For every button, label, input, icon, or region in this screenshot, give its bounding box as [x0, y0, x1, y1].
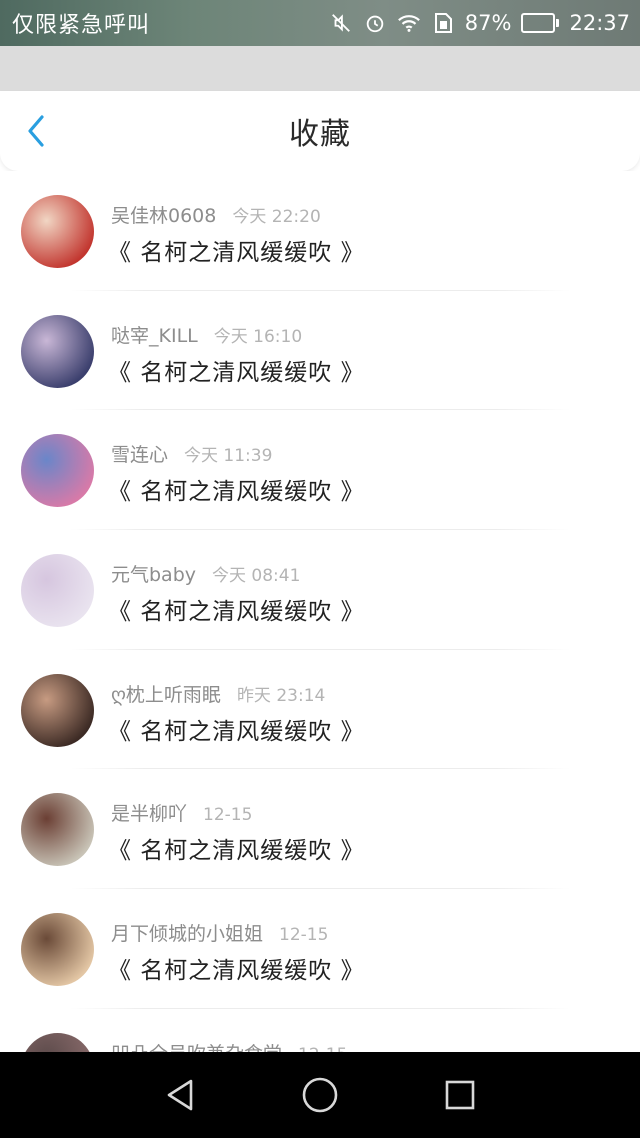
- timestamp: 昨天 23:14: [236, 685, 326, 706]
- clock: 22:37: [569, 11, 630, 35]
- author-name[interactable]: 元气baby: [111, 560, 196, 587]
- story-title[interactable]: 《 名柯之清风缓缓吹 》: [108, 233, 365, 267]
- avatar[interactable]: [21, 673, 94, 747]
- status-icons: 87% 22:37: [329, 11, 630, 35]
- item-meta: 是半柳吖 12-15: [111, 799, 252, 826]
- avatar[interactable]: [21, 314, 94, 388]
- list-item[interactable]: 雪连心 今天 11:39 《 名柯之清风缓缓吹 》: [0, 410, 640, 531]
- battery-percent: 87%: [464, 11, 512, 35]
- timestamp: 今天 08:41: [212, 566, 301, 587]
- item-meta: 哒宰_KILL 今天 16:10: [111, 321, 302, 348]
- author-name[interactable]: 吴佳林0608: [111, 201, 216, 228]
- alarm-icon: [363, 11, 387, 35]
- timestamp: 今天 22:20: [232, 207, 321, 227]
- list-item[interactable]: 吴佳林0608 今天 22:20 《 名柯之清风缓缓吹 》: [0, 171, 640, 291]
- list-item[interactable]: ღ枕上听雨眠 昨天 23:14 《 名柯之清风缓缓吹 》: [0, 650, 640, 770]
- story-title[interactable]: 《 名柯之清风缓缓吹 》: [108, 951, 365, 985]
- item-meta: 元气baby 今天 08:41: [111, 560, 300, 587]
- page-title: 收藏: [289, 117, 351, 152]
- item-meta: ღ枕上听雨眠 昨天 23:14: [111, 680, 325, 707]
- nav-recents-button[interactable]: [430, 1065, 490, 1125]
- avatar[interactable]: [21, 434, 94, 508]
- author-name[interactable]: 哒宰_KILL: [111, 321, 198, 348]
- story-title[interactable]: 《 名柯之清风缓缓吹 》: [108, 472, 365, 506]
- avatar[interactable]: [21, 195, 94, 268]
- item-meta: 月下倾城的小姐姐 12-15: [111, 919, 328, 946]
- header: 收藏: [0, 91, 640, 171]
- home-circle-icon: [302, 1077, 338, 1113]
- story-title[interactable]: 《 名柯之清风缓缓吹 》: [108, 353, 365, 387]
- top-spacer: [0, 46, 640, 91]
- author-name[interactable]: 雪连心: [111, 440, 168, 467]
- author-name[interactable]: 月下倾城的小姐姐: [111, 919, 263, 946]
- timestamp: 今天 11:39: [184, 446, 273, 467]
- timestamp: 12-15: [298, 1045, 347, 1052]
- item-meta: 雪连心 今天 11:39: [111, 440, 272, 467]
- status-bar: 仅限紧急呼叫 87% 22:37: [0, 0, 640, 46]
- timestamp: 今天 16:10: [213, 326, 303, 347]
- avatar[interactable]: [21, 913, 94, 987]
- back-button[interactable]: [18, 113, 54, 149]
- timestamp: 12-15: [279, 925, 329, 946]
- avatar[interactable]: [21, 793, 94, 867]
- list-item[interactable]: 凹凸全员吹兼杂食党 12-15: [0, 1009, 640, 1052]
- list-item[interactable]: 月下倾城的小姐姐 12-15 《 名柯之清风缓缓吹 》: [0, 889, 640, 1009]
- nav-home-button[interactable]: [290, 1065, 350, 1125]
- recents-square-icon: [445, 1080, 475, 1110]
- nav-back-button[interactable]: [150, 1065, 210, 1125]
- mute-icon: [329, 11, 353, 35]
- timestamp: 12-15: [203, 805, 253, 826]
- system-nav-bar: [0, 1052, 640, 1138]
- list-item[interactable]: 哒宰_KILL 今天 16:10 《 名柯之清风缓缓吹 》: [0, 291, 640, 411]
- story-title[interactable]: 《 名柯之清风缓缓吹 》: [108, 592, 365, 626]
- author-name[interactable]: 凹凸全员吹兼杂食党: [111, 1039, 282, 1052]
- item-meta: 吴佳林0608 今天 22:20: [111, 201, 321, 228]
- chevron-left-icon: [28, 115, 44, 147]
- carrier-text: 仅限紧急呼叫: [12, 13, 151, 38]
- sim-icon: [431, 11, 455, 35]
- list-item[interactable]: 元气baby 今天 08:41 《 名柯之清风缓缓吹 》: [0, 530, 640, 650]
- avatar[interactable]: [21, 1032, 94, 1052]
- story-title[interactable]: 《 名柯之清风缓缓吹 》: [108, 831, 365, 865]
- avatar[interactable]: [21, 554, 94, 628]
- story-title[interactable]: 《 名柯之清风缓缓吹 》: [108, 712, 365, 746]
- battery-icon: [521, 13, 560, 33]
- list-item[interactable]: 是半柳吖 12-15 《 名柯之清风缓缓吹 》: [0, 769, 640, 890]
- author-name[interactable]: 是半柳吖: [111, 799, 187, 826]
- back-triangle-icon: [167, 1079, 193, 1111]
- item-meta: 凹凸全员吹兼杂食党 12-15: [111, 1039, 347, 1052]
- favorites-list: 吴佳林0608 今天 22:20 《 名柯之清风缓缓吹 》哒宰_KILL 今天 16:…: [0, 171, 640, 1052]
- author-name[interactable]: ღ枕上听雨眠: [111, 680, 221, 707]
- wifi-icon: [397, 11, 421, 35]
